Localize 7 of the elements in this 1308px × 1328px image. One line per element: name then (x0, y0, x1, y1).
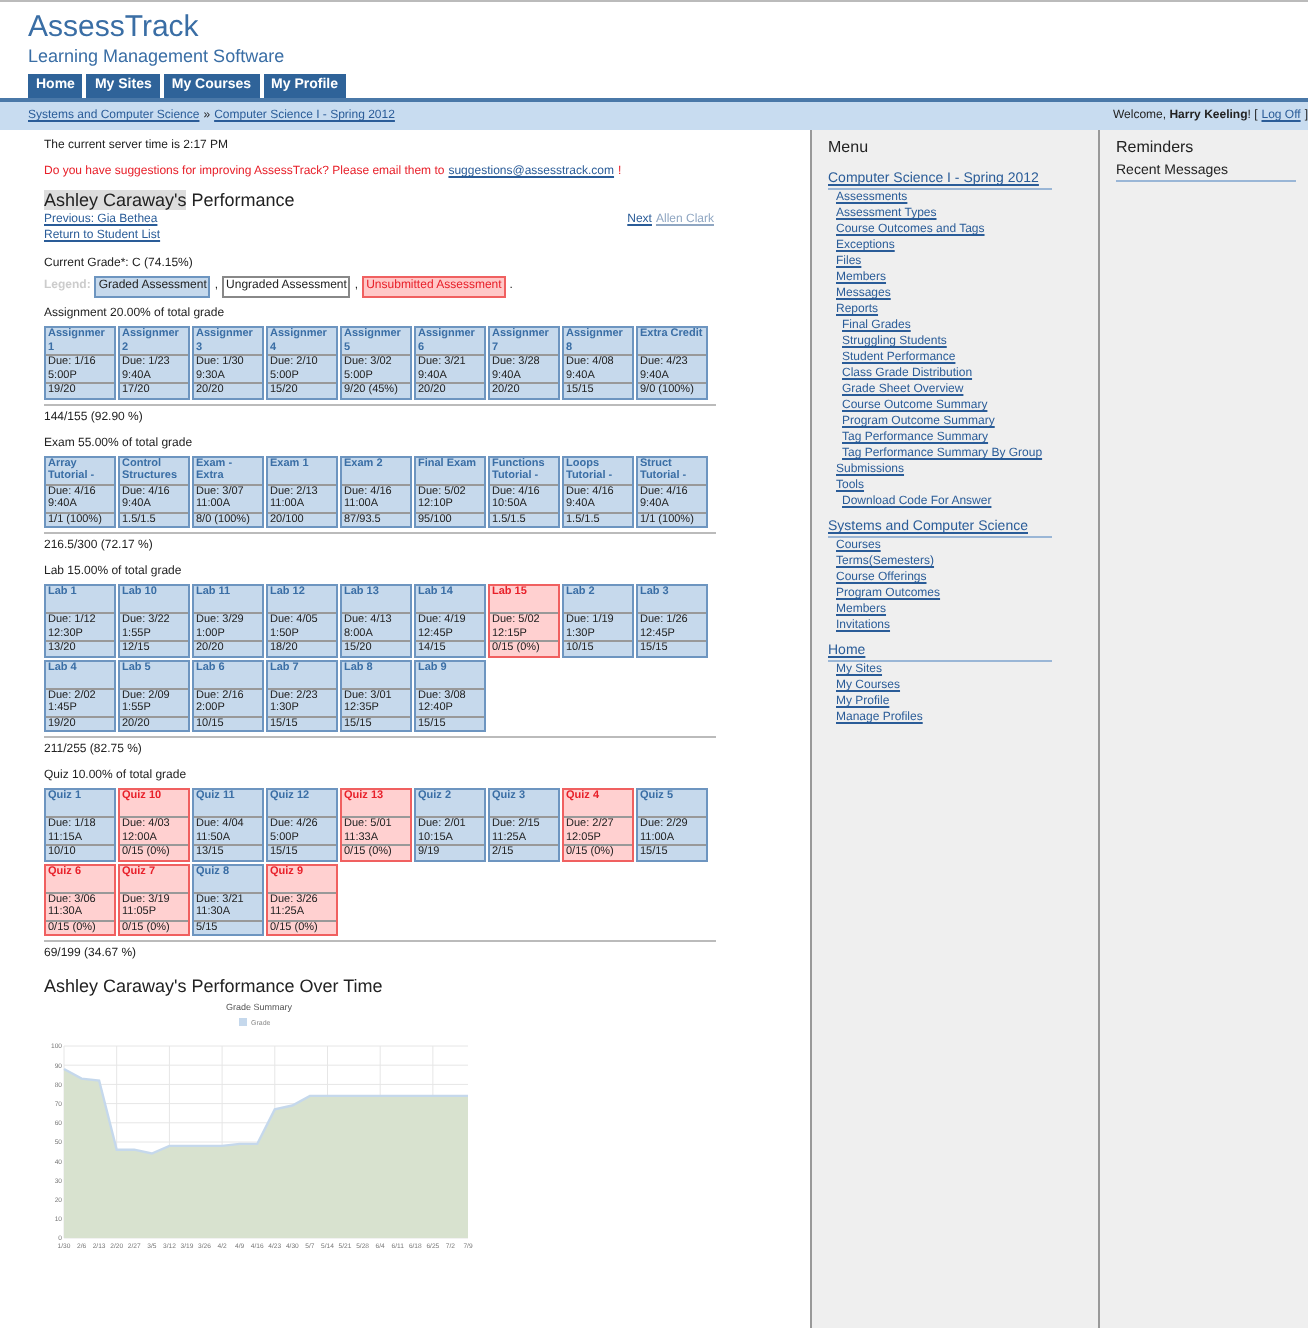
reminders-heading: Reminders (1116, 138, 1196, 158)
legend-swatch (239, 1018, 247, 1026)
performance-heading: Ashley Caraway's Performance (44, 190, 295, 212)
menu-heading: Menu (828, 138, 871, 158)
site-subtitle: Learning Management Software (28, 44, 287, 68)
site-title: AssessTrack (28, 12, 201, 44)
chart-heading: Ashley Caraway's Performance Over Time (44, 976, 383, 998)
